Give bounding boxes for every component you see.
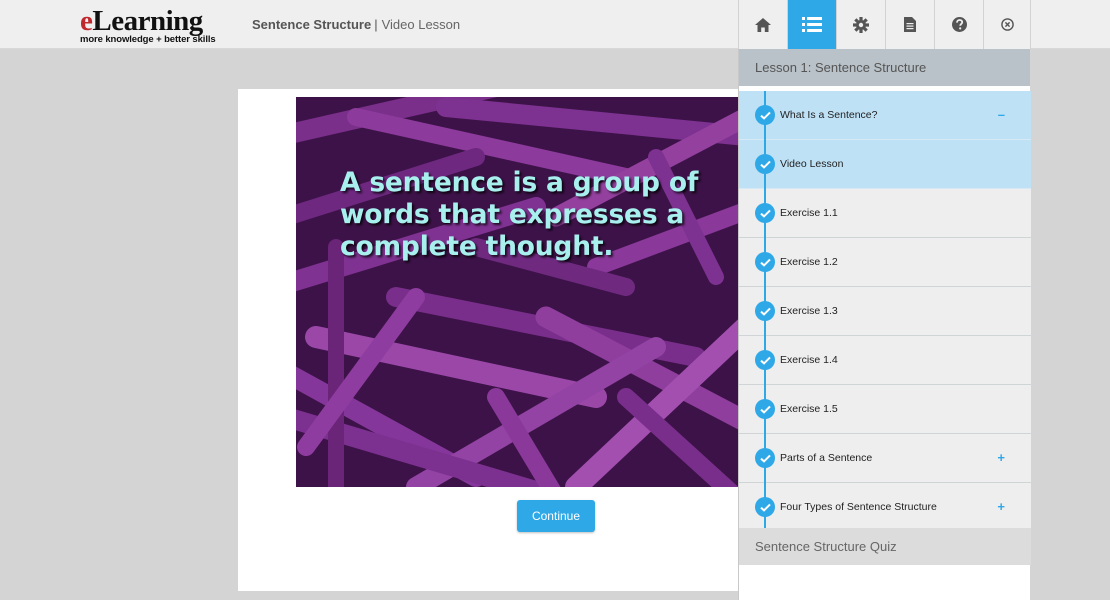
collapse-toggle[interactable]: – [998,107,1005,122]
check-icon [755,350,775,370]
menu-item-exercise-1-3[interactable]: Exercise 1.3 [739,287,1031,336]
menu-item-exercise-1-1[interactable]: Exercise 1.1 [739,189,1031,238]
menu-item-label: Video Lesson [780,158,844,170]
menu-item-exercise-1-4[interactable]: Exercise 1.4 [739,336,1031,385]
video-player[interactable]: A sentence is a group of words that expr… [296,97,738,487]
check-icon [755,448,775,468]
lesson-header[interactable]: Lesson 1: Sentence Structure [739,49,1030,86]
menu-item-parts-of-a-sentence[interactable]: Parts of a Sentence + [739,434,1031,483]
home-button[interactable] [738,0,787,49]
settings-button[interactable] [836,0,885,49]
check-icon [755,252,775,272]
check-icon [755,301,775,321]
menu-item-label: Parts of a Sentence [780,452,873,464]
menu-item-exercise-1-5[interactable]: Exercise 1.5 [739,385,1031,434]
menu-item-label: Exercise 1.4 [780,354,838,366]
menu-item-label: Exercise 1.5 [780,403,838,415]
expand-toggle[interactable]: + [997,499,1005,514]
course-title: Sentence Structure [252,17,372,32]
check-icon [755,497,775,517]
pencils-background-image [296,97,738,487]
logo-word: Learning [92,5,203,37]
check-icon [755,399,775,419]
menu-item-label: Exercise 1.1 [780,207,838,219]
gear-icon [853,16,869,33]
logo-tagline: more knowledge + better skills [80,34,216,45]
exit-button[interactable] [983,0,1031,49]
logo-wordmark: eLearning [80,5,230,37]
elearning-logo[interactable]: eLearning more knowledge + better skills [80,5,230,45]
lesson-item-list: What Is a Sentence? – Video Lesson Exerc… [739,91,1031,532]
video-caption: A sentence is a group of words that expr… [340,167,699,262]
menu-item-label: Four Types of Sentence Structure [780,501,937,513]
help-button[interactable] [934,0,983,49]
logo-e: e [80,5,93,37]
menu-item-exercise-1-2[interactable]: Exercise 1.2 [739,238,1031,287]
continue-button[interactable]: Continue [517,500,595,532]
header-bar: eLearning more knowledge + better skills… [0,0,1110,49]
breadcrumb: Sentence Structure | Video Lesson [252,17,460,32]
page-title: Video Lesson [381,17,461,32]
breadcrumb-separator: | [374,17,378,32]
toolbar [738,0,1031,49]
close-icon [1000,18,1014,31]
menu-item-four-types[interactable]: Four Types of Sentence Structure + [739,483,1031,532]
list-icon [802,17,822,32]
menu-item-what-is-a-sentence[interactable]: What Is a Sentence? – [739,91,1031,140]
menu-list-button[interactable] [787,0,836,49]
check-icon [755,154,775,174]
document-icon [904,17,916,32]
check-icon [755,203,775,223]
menu-item-label: What Is a Sentence? [780,109,878,121]
notes-button[interactable] [885,0,934,49]
menu-item-video-lesson[interactable]: Video Lesson [739,140,1031,189]
quiz-item[interactable]: Sentence Structure Quiz [739,528,1031,565]
menu-item-label: Exercise 1.2 [780,256,838,268]
expand-toggle[interactable]: + [997,450,1005,465]
lesson-menu-sidebar: Lesson 1: Sentence Structure What Is a S… [738,49,1031,600]
help-icon [951,17,967,32]
menu-item-label: Exercise 1.3 [780,305,838,317]
check-icon [755,105,775,125]
home-icon [755,17,771,32]
